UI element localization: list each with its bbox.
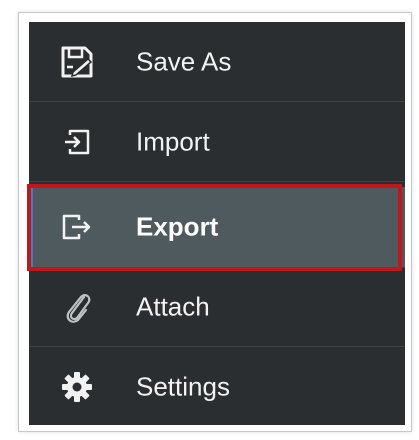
- menu-item-settings[interactable]: Settings: [29, 347, 405, 425]
- menu-item-label: Save As: [136, 46, 232, 76]
- menu-item-label: Import: [136, 126, 210, 156]
- context-menu: Save As Import Export Attach Settings: [29, 22, 405, 425]
- paperclip-icon: [55, 285, 99, 329]
- menu-item-export[interactable]: Export: [29, 187, 405, 267]
- export-icon: [55, 205, 99, 249]
- import-icon: [55, 120, 99, 164]
- selected-indicator: [29, 187, 33, 267]
- menu-item-label: Attach: [136, 291, 210, 322]
- gear-icon: [55, 365, 99, 409]
- menu-item-label: Export: [136, 211, 219, 242]
- save-as-icon: [55, 40, 99, 84]
- menu-item-label: Settings: [136, 371, 230, 402]
- menu-item-attach[interactable]: Attach: [29, 267, 405, 347]
- menu-item-import[interactable]: Import: [29, 102, 405, 182]
- menu-item-save-as[interactable]: Save As: [29, 22, 405, 102]
